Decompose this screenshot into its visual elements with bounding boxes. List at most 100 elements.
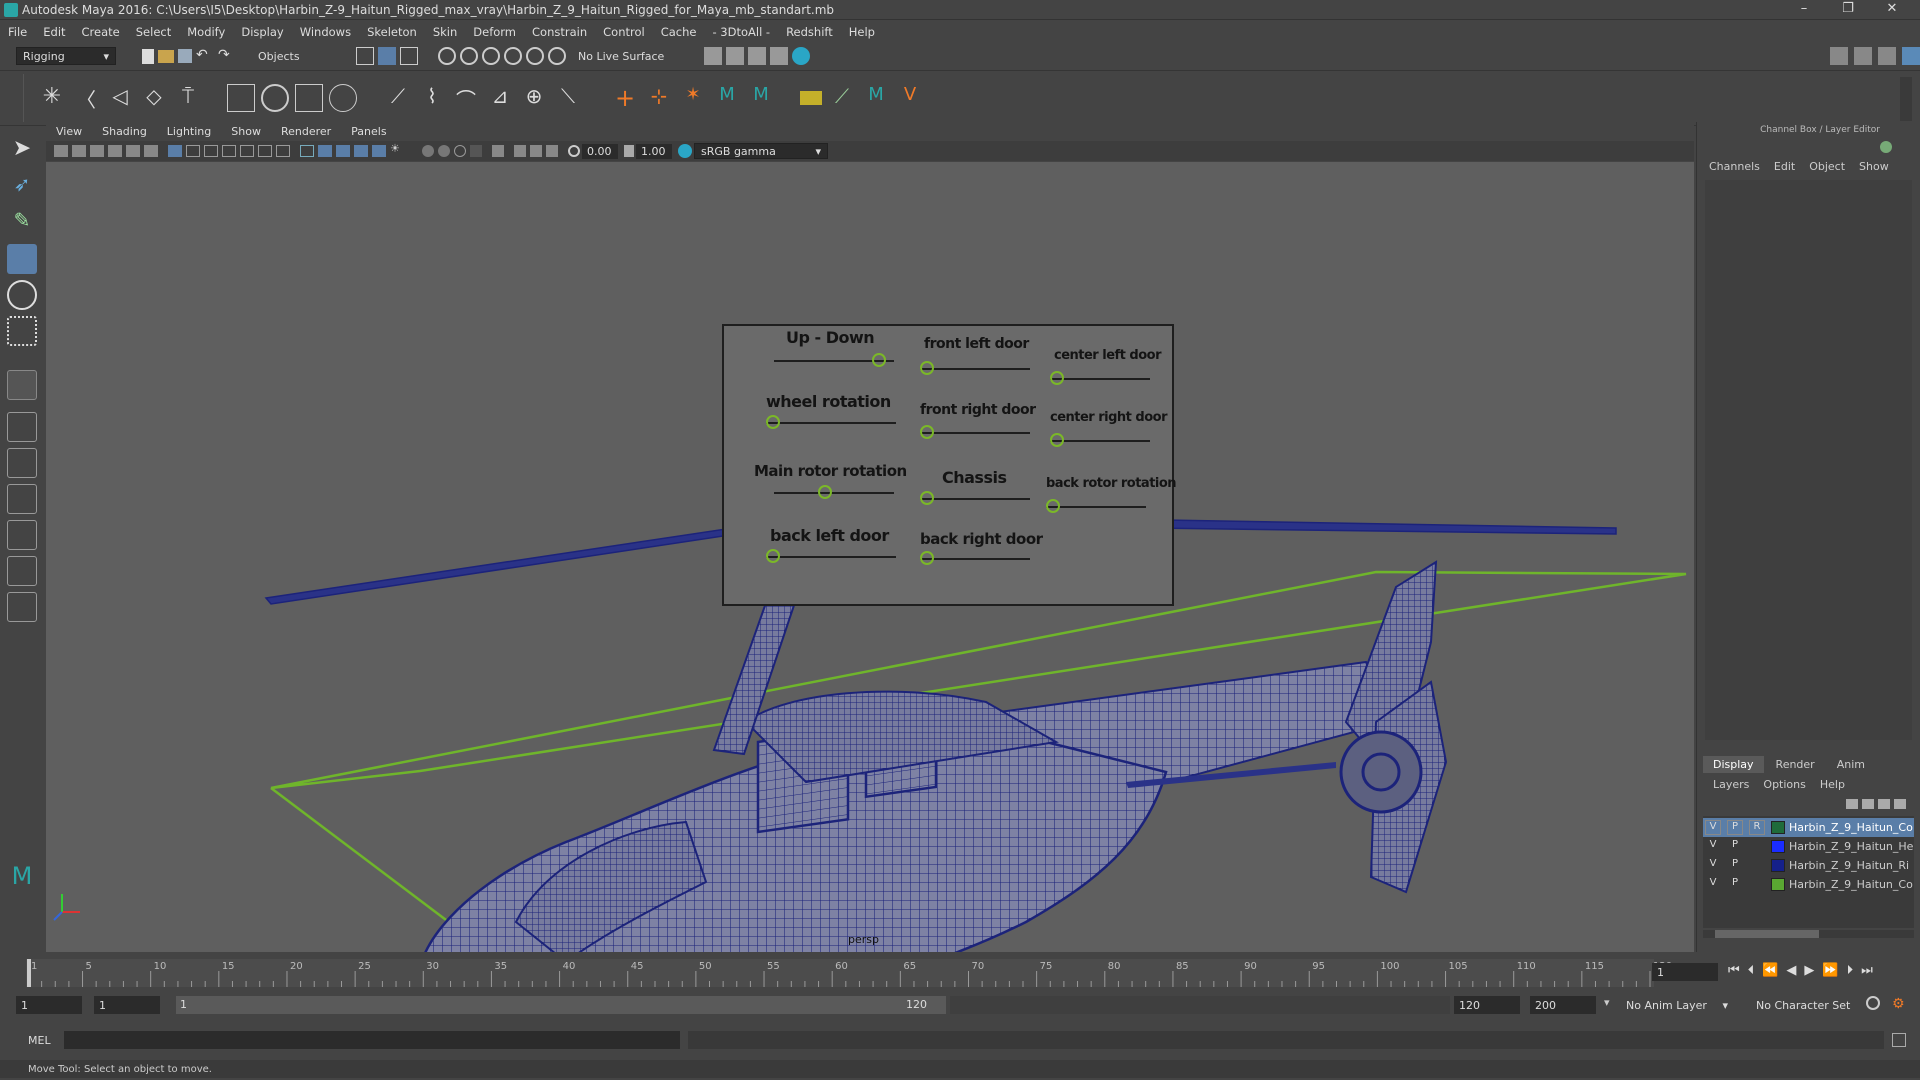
smooth-shade-icon[interactable] (318, 145, 332, 157)
move-tool-icon[interactable] (7, 244, 37, 274)
slider-knob-main-rotor-rotation[interactable] (818, 485, 832, 499)
new-layer-icon[interactable] (1878, 799, 1890, 809)
gamma-field[interactable]: 1.00 (636, 143, 672, 159)
aim-constraint-icon[interactable]: ⊿ (486, 84, 514, 112)
layer-name[interactable]: Harbin_Z_9_Haitun_He (1789, 840, 1913, 853)
menu-deform[interactable]: Deform (473, 25, 516, 39)
menu-select[interactable]: Select (136, 25, 171, 39)
step-forward-key-icon[interactable]: ⏩ (1822, 963, 1838, 978)
two-d-pan-zoom-icon[interactable] (126, 145, 140, 157)
menu-windows[interactable]: Windows (300, 25, 351, 39)
sculpt-icon[interactable]: ⟋ (828, 84, 856, 112)
character-set-dropdown[interactable]: No Character Set (1750, 996, 1860, 1014)
wrap-icon[interactable] (800, 91, 822, 105)
layer-color-swatch[interactable] (1771, 859, 1785, 872)
perspective-viewport[interactable]: Up - Down front left door center left do… (46, 162, 1694, 952)
menu-cache[interactable]: Cache (661, 25, 697, 39)
menu-edit[interactable]: Edit (43, 25, 65, 39)
hypershade-icon[interactable] (792, 47, 811, 65)
layer-row[interactable]: V P Harbin_Z_9_Haitun_Ri (1703, 856, 1914, 875)
viewport-menu-panels[interactable]: Panels (351, 125, 386, 138)
grid-icon[interactable] (168, 145, 182, 157)
lasso-tool-icon[interactable]: ➶ (7, 172, 37, 202)
play-forwards-icon[interactable]: ▶ (1804, 963, 1814, 978)
view-transform-dropdown[interactable]: sRGB gamma ▾ (694, 143, 828, 159)
custom-layout-icon[interactable] (7, 592, 37, 622)
character-controls-icon[interactable]: M (747, 84, 775, 112)
render-view-icon[interactable] (726, 47, 745, 65)
move-layer-up-icon[interactable] (1846, 799, 1858, 809)
snap-curve-icon[interactable] (460, 47, 478, 65)
layer-tab-anim[interactable]: Anim (1827, 756, 1875, 773)
gate-mask-icon[interactable] (222, 145, 236, 157)
film-gate-icon[interactable] (186, 145, 200, 157)
layer-tab-render[interactable]: Render (1766, 756, 1825, 773)
menu-modify[interactable]: Modify (187, 25, 225, 39)
snap-point-icon[interactable] (482, 47, 500, 65)
time-ruler[interactable]: 1 5 10 15 20 25 30 35 40 45 50 55 60 65 70 75 80 85 90 95 10… (26, 955, 1686, 989)
layer-row[interactable]: V P R Harbin_Z_9_Haitun_Co (1703, 818, 1914, 837)
channel-box-menu-object[interactable]: Object (1809, 160, 1845, 173)
paint-select-tool-icon[interactable]: ✎ (7, 208, 37, 238)
camera-attributes-icon[interactable] (72, 145, 86, 157)
menu-skin[interactable]: Skin (433, 25, 457, 39)
layer-row[interactable]: V P Harbin_Z_9_Haitun_Co (1703, 875, 1914, 894)
resolution-gate-icon[interactable] (204, 145, 218, 157)
color-management-icon[interactable] (678, 144, 692, 158)
bookmark-icon[interactable] (90, 145, 104, 157)
slider-knob-front-left-door[interactable] (920, 361, 934, 375)
menu-3dtoall[interactable]: - 3DtoAll - (712, 25, 770, 39)
slider-knob-front-right-door[interactable] (920, 425, 934, 439)
layer-reference-toggle[interactable] (1749, 839, 1765, 854)
safe-action-icon[interactable] (258, 145, 272, 157)
maximize-button[interactable]: ❐ (1828, 1, 1868, 19)
slider-knob-center-right-door[interactable] (1050, 433, 1064, 447)
shelf-tabs-toggle[interactable] (4, 74, 24, 122)
slider-knob-wheel-rotation[interactable] (766, 415, 780, 429)
new-layer-from-selection-icon[interactable] (1894, 799, 1906, 809)
slider-knob-back-rotor-rotation[interactable] (1046, 499, 1060, 513)
slider-knob-back-right-door[interactable] (920, 551, 934, 565)
safe-title-icon[interactable] (276, 145, 290, 157)
wireframe-icon[interactable] (300, 145, 314, 157)
snap-grid-icon[interactable] (438, 47, 456, 65)
xray-components-icon[interactable] (546, 145, 558, 157)
use-all-lights-icon[interactable] (372, 145, 386, 157)
lattice-icon[interactable] (295, 84, 323, 112)
tool-settings-toggle-icon[interactable] (1878, 47, 1896, 65)
current-frame-field[interactable]: 1 (1652, 963, 1718, 981)
image-plane-icon[interactable] (108, 145, 122, 157)
layer-name[interactable]: Harbin_Z_9_Haitun_Co (1789, 878, 1913, 891)
live-surface-field[interactable]: No Live Surface (578, 50, 664, 63)
animation-preferences-icon[interactable]: ⚙ (1892, 996, 1910, 1014)
viewport-menu-lighting[interactable]: Lighting (167, 125, 211, 138)
slider-knob-chassis[interactable] (920, 491, 934, 505)
ipr-render-icon[interactable] (748, 47, 767, 65)
paint-weights-icon[interactable] (261, 84, 289, 112)
slider-knob-up-down[interactable] (872, 353, 886, 367)
layer-color-swatch[interactable] (1771, 840, 1785, 853)
attribute-editor-toggle-icon[interactable] (1854, 47, 1872, 65)
viewport-menu-view[interactable]: View (56, 125, 82, 138)
current-time-indicator[interactable] (27, 959, 31, 987)
snap-live-icon[interactable] (526, 47, 544, 65)
persp-outliner-layout-icon[interactable] (7, 520, 37, 550)
maya-m-logo-icon[interactable]: M (7, 862, 37, 892)
last-tool-icon[interactable] (7, 370, 37, 400)
grease-pencil-icon[interactable] (144, 145, 158, 157)
channel-box-filter-icon[interactable] (1880, 141, 1892, 153)
layer-menu-layers[interactable]: Layers (1713, 778, 1749, 791)
layer-visibility-toggle[interactable]: V (1705, 820, 1721, 835)
single-perspective-layout-icon[interactable] (7, 412, 37, 442)
go-to-start-icon[interactable]: ⏮ (1728, 963, 1740, 978)
insert-joint-icon[interactable]: 〈 (72, 84, 100, 112)
layer-reference-toggle[interactable] (1749, 858, 1765, 873)
layer-tab-display[interactable]: Display (1703, 755, 1764, 773)
textured-icon[interactable] (354, 145, 368, 157)
channel-box-toggle-icon[interactable] (1902, 47, 1920, 65)
anim-layer-dropdown[interactable]: No Anim Layer ▾ (1620, 996, 1734, 1014)
menu-skeleton[interactable]: Skeleton (367, 25, 417, 39)
render-frame-icon[interactable] (770, 47, 789, 65)
parent-constraint-icon[interactable]: ⟍ (554, 84, 582, 112)
step-back-key-icon[interactable]: ⏪ (1762, 963, 1778, 978)
